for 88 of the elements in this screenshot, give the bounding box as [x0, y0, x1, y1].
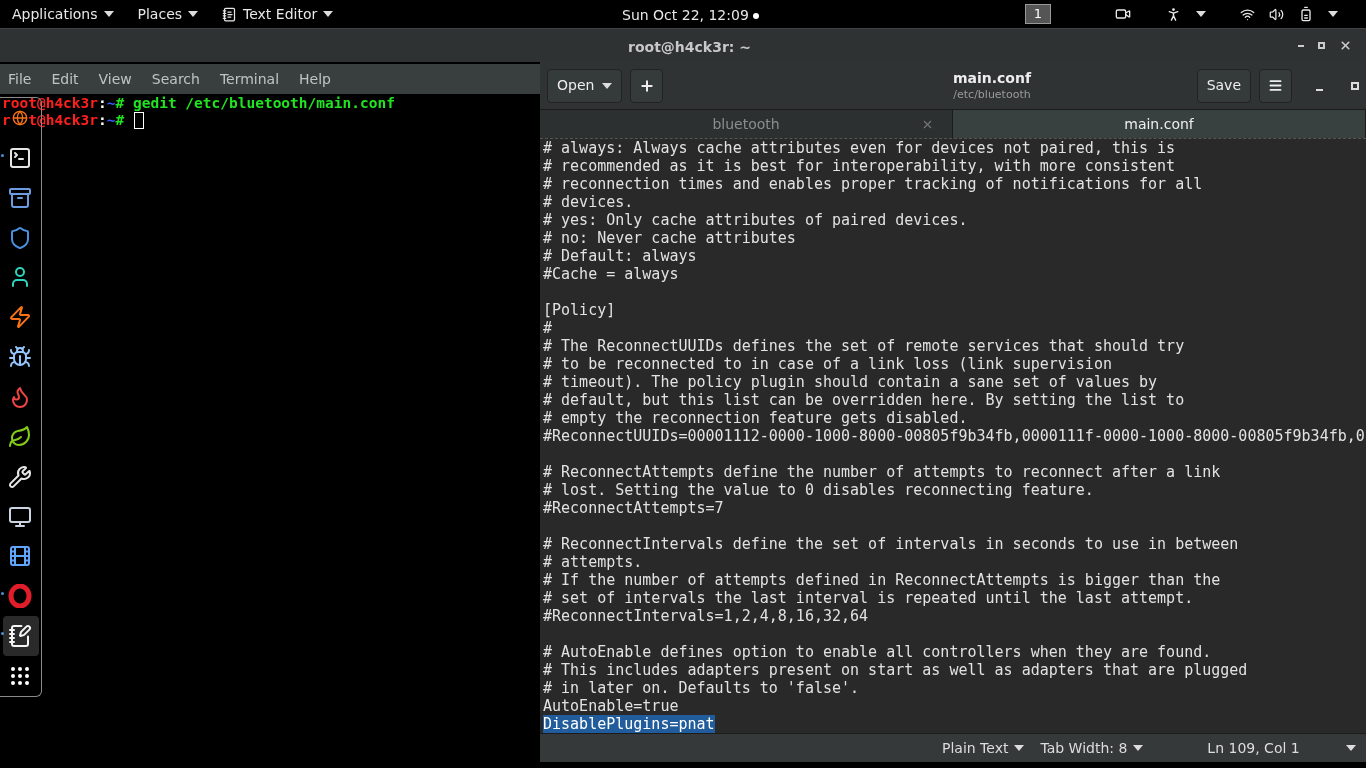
document-tab[interactable]: bluetooth [540, 110, 953, 138]
caret-icon [1014, 745, 1025, 751]
code-line: # ReconnectIntervals define the set of intervals in seconds to use in between [543, 535, 1239, 553]
menu-item[interactable]: Help [299, 68, 331, 90]
insert-mode-selector[interactable] [1343, 743, 1358, 753]
menu-item[interactable]: File [8, 68, 32, 90]
battery-icon[interactable] [1298, 6, 1314, 22]
open-button[interactable]: Open [547, 68, 623, 103]
menu-item[interactable]: Edit [51, 68, 79, 90]
caret-icon [188, 11, 199, 17]
code-line: # to be reconnected to in case of a link loss (link supervision [543, 355, 1112, 373]
code-line: # empty the reconnection feature gets disabled. [543, 409, 968, 427]
menu-item[interactable]: View [98, 68, 132, 90]
document-title: main.conf [952, 70, 1032, 87]
top-menu[interactable]: Places [137, 3, 199, 25]
window-title: root@h4ck3r: ~ [628, 38, 751, 57]
film-icon[interactable] [7, 544, 32, 569]
code-line: # in later on. Defaults to 'false'. [543, 679, 860, 697]
code-line: # AutoEnable defines option to enable all controllers when they are found. [543, 643, 1212, 661]
menu-item[interactable]: Terminal [219, 68, 280, 90]
minimize-icon[interactable] [1316, 88, 1323, 91]
workspace-indicator[interactable]: 1 [1025, 4, 1051, 24]
clock[interactable]: Sun Oct 22, 12:09 [622, 5, 759, 26]
code-line: # The ReconnectUUIDs defines the set of remote services that should try [543, 337, 1185, 355]
code-line: #ReconnectUUIDs=00001112-0000-1000-8000-00805f9b34fb,0000111f-0000-1000-8000-00805f9b34fb,0 [543, 427, 1365, 445]
globe-icon[interactable] [11, 109, 28, 126]
prompt-fragment: r [2, 112, 11, 129]
code-line: # always: Always cache attributes even for devices not paired, this is [543, 139, 1176, 157]
volume-icon[interactable] [1269, 6, 1284, 22]
code-line: [Policy] [543, 301, 616, 319]
code-line: # attempts. [543, 553, 643, 571]
menu-item[interactable]: Search [151, 68, 200, 90]
monitor-icon[interactable] [7, 504, 32, 529]
code-line: # If the number of attempts defined in ReconnectAttempts is bigger than the [543, 571, 1221, 589]
tab-width-selector[interactable]: Tab Width: 8 [1040, 737, 1144, 759]
cursor-position: Ln 109, Col 1 [1207, 738, 1300, 758]
bug-icon[interactable] [7, 345, 32, 370]
top-menu[interactable]: Applications [12, 3, 114, 25]
maximize-icon[interactable] [1318, 42, 1325, 49]
code-line: AutoEnable=true [543, 697, 679, 715]
wifi-icon[interactable] [1240, 6, 1255, 22]
code-line: # no: Never cache attributes [543, 229, 796, 247]
code-line: # devices. [543, 193, 634, 211]
caret-icon [1196, 11, 1206, 17]
text-area[interactable] [540, 139, 1366, 733]
caret-icon [103, 11, 114, 17]
code-line: # This includes adapters present on start as well as adapters that are plugged [543, 661, 1248, 679]
language-selector[interactable]: Plain Text [942, 737, 1025, 759]
document-path: /etc/bluetooth [953, 87, 1031, 102]
cabinet-icon[interactable] [7, 185, 32, 210]
document-tab[interactable]: main.conf [953, 110, 1366, 138]
code-line: # reconnection times and enables proper tracking of notifications for all [543, 175, 1203, 193]
caret-icon [1345, 745, 1356, 751]
ring-icon[interactable] [7, 584, 32, 609]
menu-button[interactable] [1259, 68, 1292, 103]
notepad-icon[interactable] [7, 624, 32, 649]
save-button[interactable]: Save [1196, 68, 1251, 103]
terminal-line: t@h4ck3r:~# [28, 112, 144, 129]
terminal-line: root@h4ck3r:~# gedit /etc/bluetooth/main.conf [2, 95, 395, 112]
caret-icon [1328, 11, 1338, 17]
code-line: #Cache = always [543, 265, 679, 283]
top-menu[interactable]: Text Editor [222, 3, 334, 25]
code-line: # Default: always [543, 247, 697, 265]
close-icon[interactable] [1339, 39, 1352, 52]
code-line: # ReconnectAttempts define the number of attempts to reconnect after a link [543, 463, 1221, 481]
wrench-icon[interactable] [7, 464, 32, 489]
video-camera-icon[interactable] [1115, 6, 1131, 22]
code-line: # set of intervals the last interval is repeated until the last attempt. [543, 589, 1194, 607]
terminal-icon[interactable] [7, 145, 32, 170]
code-line: #ReconnectIntervals=1,2,4,8,16,32,64 [543, 607, 869, 625]
code-line: # lost. Setting the value to 0 disables reconnecting feature. [543, 481, 1094, 499]
caret-icon [323, 11, 334, 17]
leaf-icon[interactable] [7, 424, 32, 449]
caret-icon [1133, 745, 1144, 751]
dock-item-highlight[interactable] [2, 616, 39, 657]
minimize-icon[interactable] [1298, 44, 1304, 47]
bolt-icon[interactable] [7, 305, 32, 330]
code-line: # yes: Only cache attributes of paired devices. [543, 211, 968, 229]
menu-icon [1268, 78, 1283, 93]
plus-icon [638, 77, 655, 94]
code-line: # recommended as it is best for interoperability, with more consistent [543, 157, 1176, 175]
caret-icon [602, 82, 613, 89]
code-line: # default, but this list can be overridden here. By setting the list to [543, 391, 1185, 409]
code-line: # [543, 319, 553, 337]
new-tab-button[interactable] [630, 68, 664, 103]
code-line: # timeout). The policy plugin should contain a sane set of values by [543, 373, 1158, 391]
code-line: #ReconnectAttempts=7 [543, 499, 724, 517]
maximize-icon[interactable] [1351, 81, 1359, 90]
